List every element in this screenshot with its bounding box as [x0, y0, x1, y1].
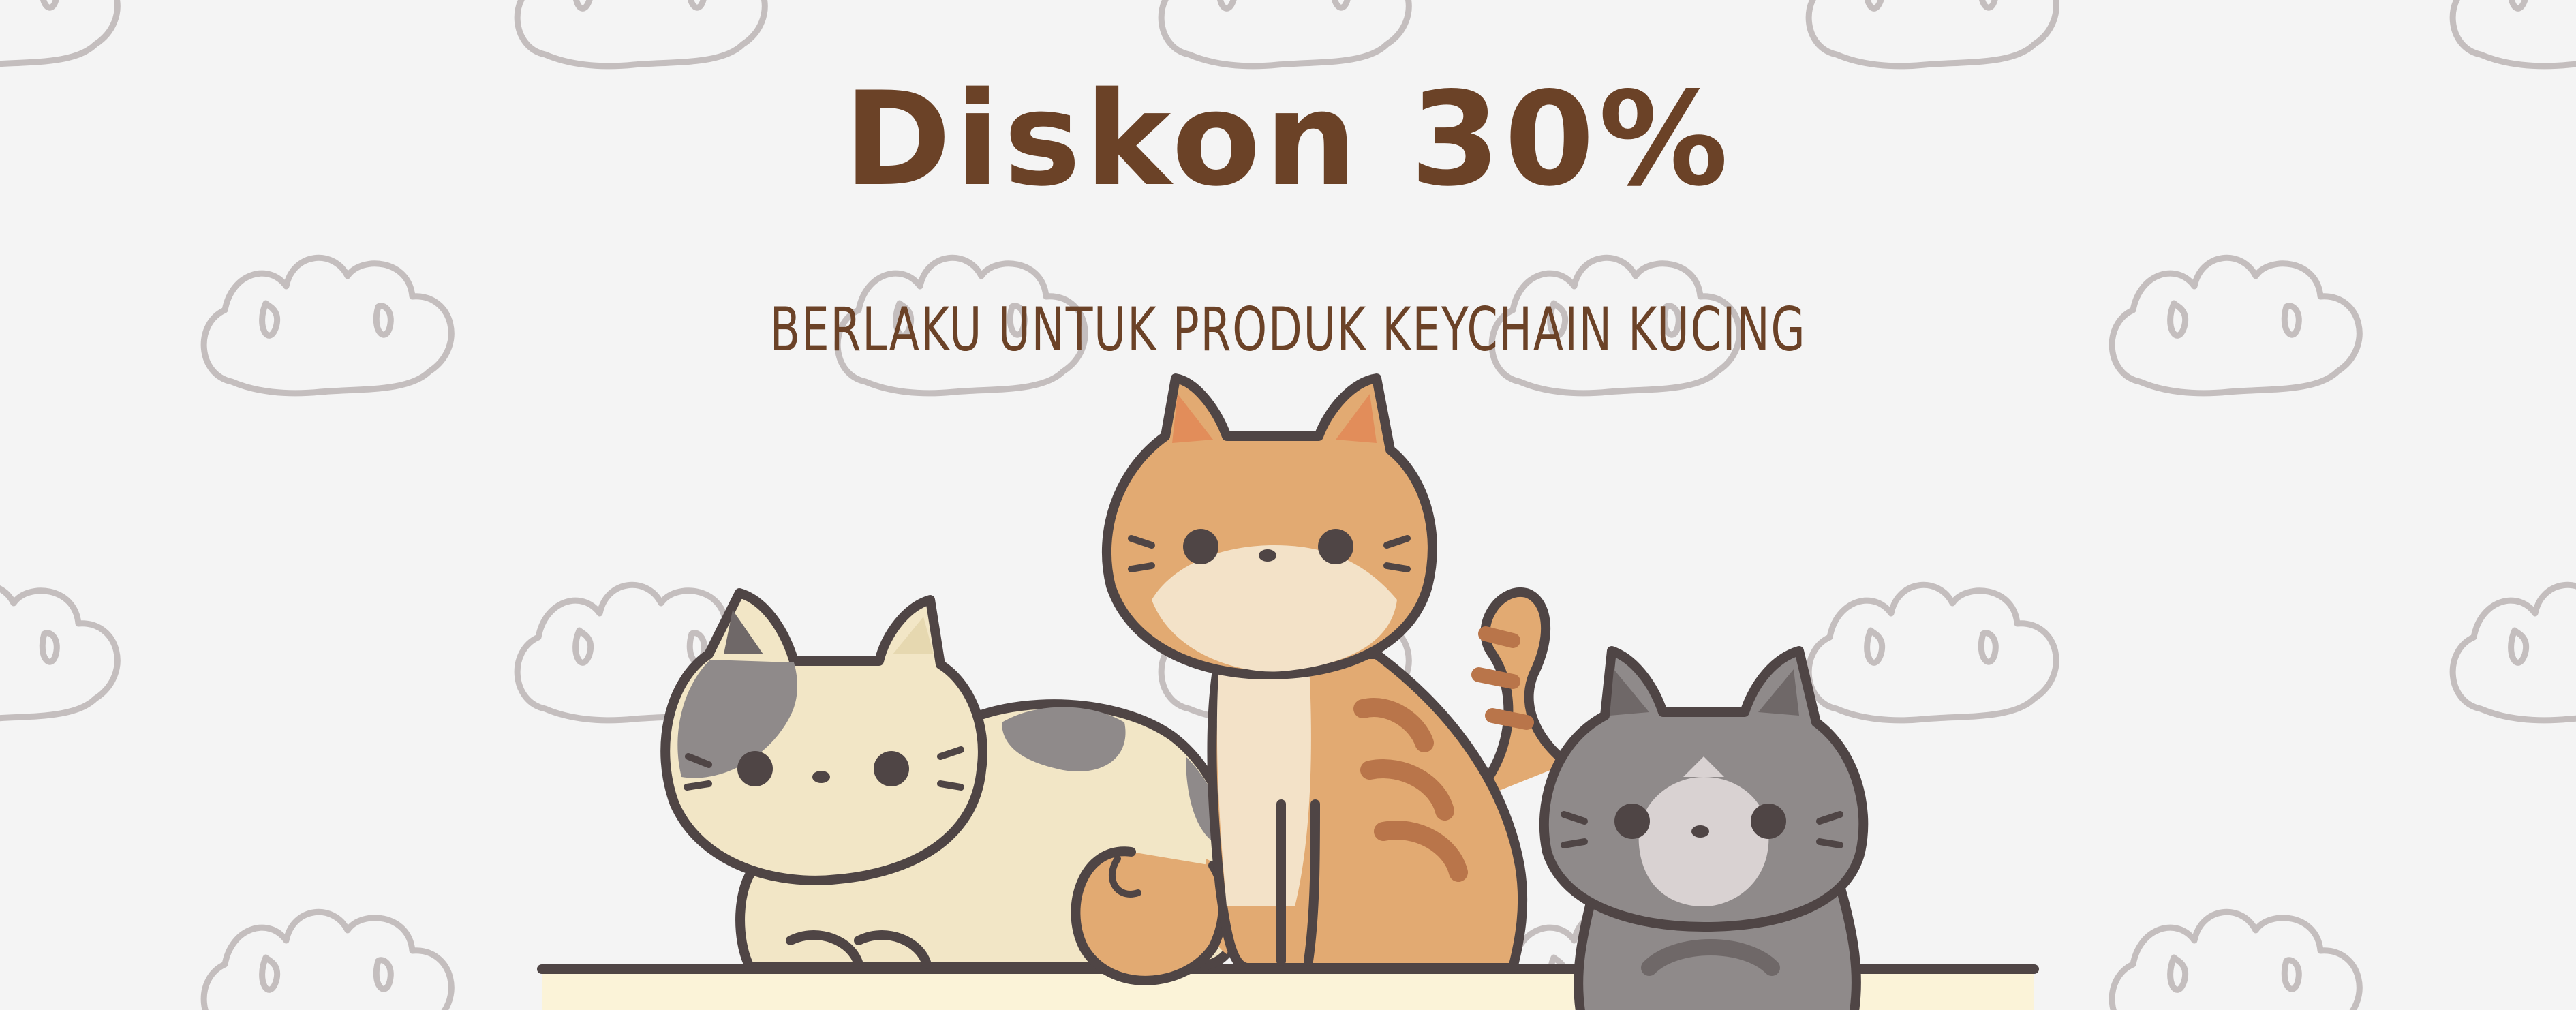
gray-cat — [1539, 646, 1869, 1010]
cats-illustration — [537, 373, 2039, 1010]
promo-banner: Diskon 30% BERLAKU UNTUK PRODUK KEYCHAIN… — [0, 0, 2576, 1010]
calico-cat — [660, 588, 1246, 985]
